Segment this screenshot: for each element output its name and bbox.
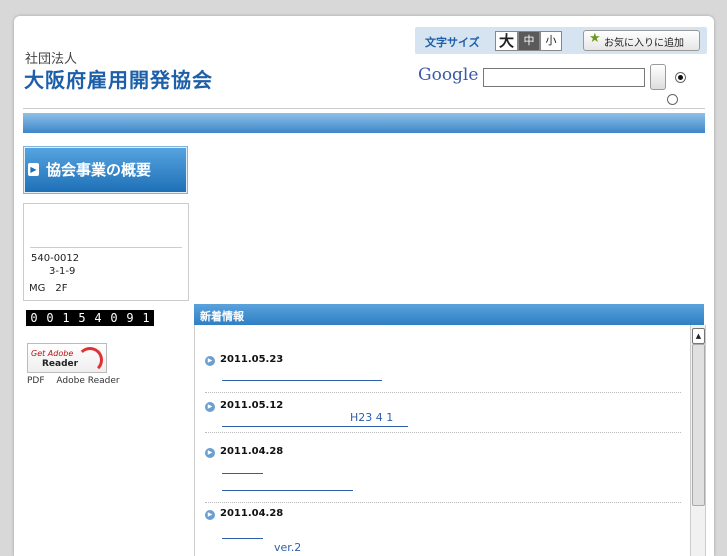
star-icon: ★ xyxy=(589,31,601,46)
search-scope-radio-1[interactable] xyxy=(675,72,686,83)
access-counter: 0 0 1 5 4 0 9 1 xyxy=(26,310,154,326)
news-date: 2011.05.23 xyxy=(220,354,284,365)
news-link[interactable]: H23 4 1 xyxy=(222,411,408,427)
global-nav-bar xyxy=(23,113,705,133)
adobe-reader-label: Reader xyxy=(42,359,79,369)
news-separator xyxy=(205,432,681,433)
google-logo: Google xyxy=(418,65,479,85)
news-link[interactable] xyxy=(222,478,353,491)
counter-digit: 0 xyxy=(106,310,122,326)
address-line-1: 3-1-9 xyxy=(49,266,76,277)
site-logo-title[interactable]: 大阪府雇用開発協会 xyxy=(24,64,213,93)
counter-digit: 0 xyxy=(42,310,58,326)
news-link[interactable] xyxy=(222,526,263,539)
news-link[interactable] xyxy=(222,461,263,474)
add-favorite-label: お気に入りに追加 xyxy=(604,38,684,49)
font-size-medium-button[interactable]: 中 xyxy=(518,31,540,51)
google-search-button[interactable] xyxy=(650,64,666,90)
news-date: 2011.04.28 xyxy=(220,446,284,457)
association-overview-banner[interactable]: ▶ 協会事業の概要 xyxy=(23,146,188,194)
font-size-label: 文字サイズ xyxy=(425,36,480,49)
google-search-input[interactable] xyxy=(483,68,645,87)
news-link-label: ver.2 xyxy=(274,541,302,554)
counter-digit: 0 xyxy=(26,310,42,326)
pdf-note: PDF Adobe Reader xyxy=(27,376,120,386)
counter-digit: 1 xyxy=(138,310,154,326)
news-section-header: 新着情報 xyxy=(194,304,704,325)
font-size-small-button[interactable]: 小 xyxy=(540,31,562,51)
counter-digit: 5 xyxy=(74,310,90,326)
counter-digit: 4 xyxy=(90,310,106,326)
info-divider xyxy=(30,247,182,248)
utility-toolbox: 文字サイズ 大 中 小 ★ お気に入りに追加 xyxy=(415,27,707,54)
news-list-panel: ▲ ▶ 2011.05.23 ▶ 2011.05.12 H23 4 1 ▶ 20… xyxy=(194,325,706,556)
header-divider xyxy=(23,108,705,109)
news-date: 2011.05.12 xyxy=(220,400,284,411)
news-link-label: H23 4 1 xyxy=(350,411,394,424)
arrow-right-icon: ▶ xyxy=(205,356,215,366)
page-container: 社団法人 大阪府雇用開発協会 文字サイズ 大 中 小 ★ お気に入りに追加 Go… xyxy=(14,16,714,556)
search-scope-radio-2[interactable] xyxy=(667,94,678,105)
arrow-right-icon: ▶ xyxy=(205,510,215,520)
counter-digit: 1 xyxy=(58,310,74,326)
news-link[interactable]: ver.2 xyxy=(222,541,302,556)
news-separator xyxy=(205,502,681,503)
news-link[interactable] xyxy=(222,368,382,381)
add-favorite-button[interactable]: ★ お気に入りに追加 xyxy=(583,30,700,51)
arrow-right-icon: ▶ xyxy=(205,402,215,412)
postal-code: 540-0012 xyxy=(31,253,80,264)
scroll-thumb[interactable] xyxy=(692,344,705,506)
association-overview-title: 協会事業の概要 xyxy=(46,161,152,179)
address-line-2: MG 2F xyxy=(29,283,68,294)
arrow-right-icon: ▶ xyxy=(28,163,39,176)
news-separator xyxy=(205,392,681,393)
news-section-title: 新着情報 xyxy=(200,310,244,323)
adobe-get-label: Get Adobe xyxy=(31,349,74,358)
news-date: 2011.04.28 xyxy=(220,508,284,519)
get-adobe-reader-button[interactable]: Get Adobe Reader xyxy=(27,343,107,373)
font-size-large-button[interactable]: 大 xyxy=(495,31,518,51)
adobe-logo-icon xyxy=(77,347,103,373)
arrow-right-icon: ▶ xyxy=(205,448,215,458)
scroll-up-icon[interactable]: ▲ xyxy=(692,328,705,344)
news-scrollbar[interactable]: ▲ xyxy=(690,325,705,556)
contact-info-box: 540-0012 3-1-9 MG 2F xyxy=(23,203,189,301)
counter-digit: 9 xyxy=(122,310,138,326)
